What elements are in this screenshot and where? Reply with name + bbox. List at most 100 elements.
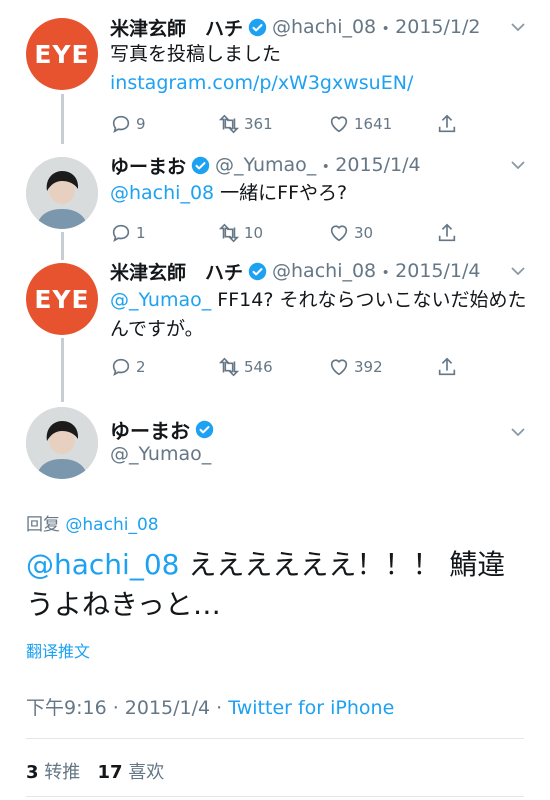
avatar-logo-text: EYE — [34, 284, 90, 314]
retweet-button[interactable]: 546 — [218, 355, 273, 379]
tweet-text: 写真を投稿しました instagram.com/p/xW3gxwsuEN/ — [110, 40, 528, 98]
mention-link[interactable]: @hachi_08 — [110, 182, 214, 204]
user-handle[interactable]: @_Yumao_ — [110, 443, 211, 465]
reply-to-link[interactable]: @hachi_08 — [65, 515, 158, 535]
retweet-button[interactable]: 10 — [218, 221, 263, 245]
chevron-down-icon[interactable] — [510, 427, 526, 437]
chevron-down-icon[interactable] — [510, 22, 526, 32]
retweet-count: 361 — [244, 115, 273, 133]
user-handle[interactable]: @hachi_08 — [272, 260, 376, 282]
tweet-date: 2015/1/4 — [124, 697, 211, 719]
divider — [26, 796, 524, 797]
like-stat[interactable]: 17 喜欢 — [97, 762, 164, 783]
separator: ・ — [376, 261, 396, 284]
tweet-text-body: 一緒にFFやろ? — [214, 182, 348, 204]
tweet-text: @_Yumao_ FF14? それならついこないだ始めたんですが。 — [110, 286, 528, 344]
tweet-3[interactable]: EYE 米津玄師 ハチ @hachi_08 ・ 2015/1/4 @_Yumao… — [0, 255, 550, 395]
verified-icon — [195, 420, 214, 439]
avatar[interactable]: EYE — [26, 18, 98, 90]
reply-count: 1 — [136, 224, 146, 242]
share-button[interactable] — [436, 112, 458, 136]
mention-link[interactable]: @_Yumao_ — [110, 289, 211, 311]
like-stat-label: 喜欢 — [128, 762, 165, 783]
tweet-header: 米津玄師 ハチ @hachi_08 ・ 2015/1/4 — [110, 258, 530, 285]
retweet-total: 3 — [26, 762, 39, 783]
avatar[interactable] — [26, 407, 98, 479]
separator: ・ — [316, 155, 336, 178]
mention-link[interactable]: @hachi_08 — [26, 548, 179, 581]
tweet-1[interactable]: EYE 米津玄師 ハチ @hachi_08 ・ 2015/1/2 写真を投稿しま… — [0, 0, 550, 145]
retweet-count: 10 — [244, 224, 264, 242]
share-icon — [438, 114, 456, 133]
retweet-stat[interactable]: 3 转推 — [26, 762, 80, 783]
tweet-text-body: 写真を投稿しました — [110, 43, 282, 65]
tweet-date[interactable]: 2015/1/4 — [335, 154, 420, 176]
focus-name-row: ゆーまお — [110, 415, 219, 444]
display-name[interactable]: ゆーまお — [110, 415, 190, 444]
like-button[interactable]: 392 — [328, 355, 383, 379]
like-count: 392 — [354, 358, 383, 376]
tweet-actions: 2 546 392 — [110, 355, 530, 379]
reply-icon — [112, 224, 130, 243]
chevron-down-icon[interactable] — [510, 266, 526, 276]
tweet-time: 下午9:16 — [26, 697, 107, 719]
heart-icon — [330, 359, 348, 376]
reply-count: 2 — [136, 358, 146, 376]
reply-to-line: 回复 @hachi_08 — [26, 510, 159, 535]
separator: · — [210, 697, 229, 719]
verified-icon — [248, 262, 267, 280]
source-link[interactable]: Twitter for iPhone — [228, 697, 394, 719]
tweet-actions: 9 361 1641 — [110, 112, 530, 136]
translate-tweet-link[interactable]: 翻译推文 — [26, 638, 90, 662]
tweet-link[interactable]: instagram.com/p/xW3gxwsuEN/ — [110, 72, 413, 94]
heart-icon — [330, 225, 348, 242]
avatar-photo — [26, 157, 98, 229]
separator: ・ — [376, 17, 396, 40]
heart-icon — [330, 116, 348, 133]
avatar[interactable] — [26, 157, 98, 229]
share-icon — [438, 223, 456, 242]
like-total: 17 — [97, 762, 123, 783]
chevron-down-icon[interactable] — [510, 160, 526, 170]
verified-icon — [191, 156, 210, 174]
like-button[interactable]: 30 — [328, 221, 373, 245]
reply-button[interactable]: 2 — [110, 355, 146, 379]
display-name[interactable]: 米津玄師 ハチ — [110, 258, 243, 285]
avatar-photo — [26, 407, 98, 479]
retweet-button[interactable]: 361 — [218, 112, 273, 136]
like-button[interactable]: 1641 — [328, 112, 392, 136]
tweet-date[interactable]: 2015/1/4 — [395, 260, 480, 282]
share-button[interactable] — [436, 221, 458, 245]
tweet-date[interactable]: 2015/1/2 — [395, 16, 480, 38]
avatar[interactable]: EYE — [26, 263, 98, 335]
retweet-count: 546 — [244, 358, 273, 376]
user-handle[interactable]: @_Yumao_ — [215, 154, 316, 176]
reply-button[interactable]: 1 — [110, 221, 146, 245]
retweet-icon — [218, 223, 240, 243]
display-name[interactable]: 米津玄師 ハチ — [110, 14, 243, 41]
focused-tweet-text: @hachi_08 ええええええ！！！ 鯖違うよねきっと… — [26, 545, 526, 625]
retweet-icon — [218, 114, 240, 134]
tweet-stats: 3 转推 17 喜欢 — [26, 758, 164, 784]
tweet-actions: 1 10 30 — [110, 221, 530, 245]
share-icon — [438, 357, 456, 376]
reply-label: 回复 — [26, 515, 60, 535]
reply-icon — [112, 358, 130, 377]
display-name[interactable]: ゆーまお — [110, 152, 186, 179]
reply-button[interactable]: 9 — [110, 112, 146, 136]
tweet-header: ゆーまお @_Yumao_ ・ 2015/1/4 — [110, 152, 530, 179]
user-handle[interactable]: @hachi_08 — [272, 16, 376, 38]
retweet-icon — [218, 357, 240, 377]
reply-icon — [112, 115, 130, 134]
tweet-text: @hachi_08 一緒にFFやろ? — [110, 179, 528, 208]
avatar-logo-text: EYE — [34, 39, 90, 69]
tweet-2[interactable]: ゆーまお @_Yumao_ ・ 2015/1/4 @hachi_08 一緒にFF… — [0, 145, 550, 255]
share-button[interactable] — [436, 355, 458, 379]
separator: · — [106, 697, 125, 719]
reply-count: 9 — [136, 115, 146, 133]
verified-icon — [248, 18, 267, 36]
tweet-meta: 下午9:16 · 2015/1/4 · Twitter for iPhone — [26, 693, 394, 720]
tweet-header: 米津玄師 ハチ @hachi_08 ・ 2015/1/2 — [110, 14, 530, 41]
like-count: 30 — [354, 224, 374, 242]
like-count: 1641 — [354, 115, 393, 133]
